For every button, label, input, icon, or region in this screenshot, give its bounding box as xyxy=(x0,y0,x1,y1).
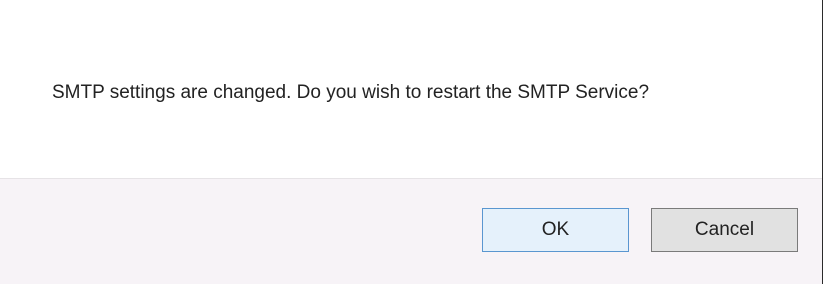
dialog-message: SMTP settings are changed. Do you wish t… xyxy=(52,82,650,103)
ok-button[interactable]: OK xyxy=(482,208,629,252)
cancel-button[interactable]: Cancel xyxy=(651,208,798,252)
dialog-message-area: SMTP settings are changed. Do you wish t… xyxy=(0,0,822,178)
confirm-dialog: SMTP settings are changed. Do you wish t… xyxy=(0,0,823,284)
